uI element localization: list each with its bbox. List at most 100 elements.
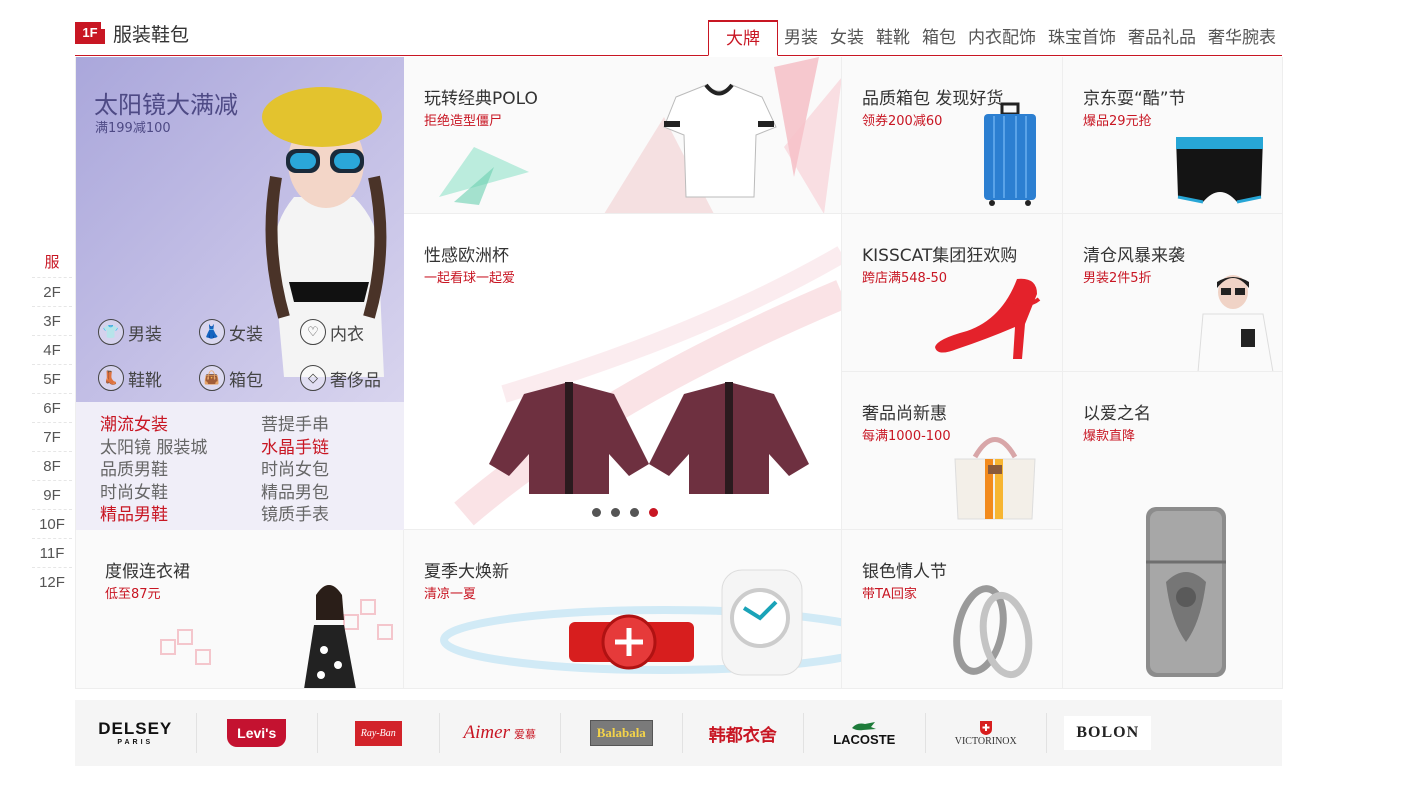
brand-levis[interactable]: Levi's bbox=[197, 713, 318, 753]
category-5[interactable]: ◇ 奢侈品 bbox=[300, 365, 387, 391]
hot-word-link[interactable]: 潮流女装 bbox=[100, 414, 207, 437]
hot-word-link[interactable]: 精品男包 bbox=[261, 482, 329, 505]
tab-label: 女装 bbox=[830, 28, 864, 48]
dress-card[interactable]: 度假连衣裙 低至87元 bbox=[76, 530, 404, 689]
tab-6[interactable]: 珠宝首饰 bbox=[1042, 20, 1122, 56]
brand-levis-label: Levi's bbox=[227, 719, 287, 747]
floor-header: 1F 服装鞋包 大牌 男装 女装 鞋靴 箱包 内衣配饰 珠宝首饰 奢品礼品 奢华腕表 bbox=[75, 14, 1282, 56]
crocodile-icon bbox=[852, 721, 877, 730]
elevator-floor-8[interactable]: 9F bbox=[32, 480, 72, 509]
elevator-floor-0[interactable]: 服 bbox=[32, 248, 72, 277]
brand-victorinox[interactable]: VICTORINOX bbox=[926, 713, 1047, 753]
hot-words: 潮流女装 太阳镜 服装城 品质男鞋 时尚女鞋 精品男鞋 菩提手串 水晶手链 时尚女包 精品男包… bbox=[76, 402, 404, 530]
silver-card[interactable]: 银色情人节 带TA回家 bbox=[842, 530, 1063, 689]
tab-0[interactable]: 大牌 bbox=[708, 20, 778, 56]
luxury-title: 奢品尚新惠 bbox=[862, 404, 947, 424]
category-0[interactable]: 👕 男装 bbox=[98, 319, 185, 345]
tab-label: 奢华腕表 bbox=[1208, 28, 1276, 48]
silver-subtitle: 带TA回家 bbox=[862, 587, 917, 602]
bra-icon: ♡ bbox=[300, 319, 326, 345]
elevator-floor-1[interactable]: 2F bbox=[32, 277, 72, 306]
brand-delsey-label: DELSEY bbox=[98, 719, 173, 738]
brand-balabala[interactable]: Balabala bbox=[561, 713, 683, 753]
category-label: 奢侈品 bbox=[330, 370, 381, 391]
euro-slider[interactable]: 性感欧洲杯 一起看球一起爱 bbox=[404, 214, 842, 530]
cool-card[interactable]: 京东耍“酷”节 爆品29元抢 bbox=[1063, 57, 1283, 214]
slider-dot-1[interactable] bbox=[611, 508, 620, 517]
hot-word-link[interactable]: 太阳镜 服装城 bbox=[100, 437, 207, 460]
tab-8[interactable]: 奢华腕表 bbox=[1202, 20, 1282, 56]
tab-label: 大牌 bbox=[726, 29, 760, 49]
tab-4[interactable]: 箱包 bbox=[916, 20, 962, 56]
elevator-floor-3[interactable]: 4F bbox=[32, 335, 72, 364]
category-3[interactable]: 👢 鞋靴 bbox=[98, 365, 185, 391]
brand-victorinox-label: VICTORINOX bbox=[954, 735, 1017, 747]
hot-word-link[interactable]: 水晶手链 bbox=[261, 437, 329, 460]
slider-dot-0[interactable] bbox=[592, 508, 601, 517]
left-promo-panel: 太阳镜大满减 满199减100 👕 男装 👗 女装 ♡ 内衣 👢 鞋靴 👜 箱包 ◇ 奢侈品 潮流女… bbox=[76, 57, 404, 530]
tab-2[interactable]: 女装 bbox=[824, 20, 870, 56]
love-card[interactable]: 以爱之名 爆款直降 bbox=[1063, 372, 1283, 689]
hot-word-link[interactable]: 精品男鞋 bbox=[100, 504, 207, 527]
floor-body: 太阳镜大满减 满199减100 👕 男装 👗 女装 ♡ 内衣 👢 鞋靴 👜 箱包 ◇ 奢侈品 潮流女… bbox=[75, 57, 1283, 689]
brand-lacoste[interactable]: LACOSTE bbox=[804, 713, 926, 753]
category-1[interactable]: 👗 女装 bbox=[199, 319, 286, 345]
brand-rayban[interactable]: Ray-Ban bbox=[318, 713, 440, 753]
category-label: 内衣 bbox=[330, 324, 364, 345]
promo-title: 太阳镜大满减 bbox=[94, 91, 238, 119]
boot-icon: 👢 bbox=[98, 365, 124, 391]
tab-label: 奢品礼品 bbox=[1128, 28, 1196, 48]
dress-subtitle: 低至87元 bbox=[105, 587, 161, 602]
love-subtitle: 爆款直降 bbox=[1083, 429, 1136, 444]
elevator-floor-6[interactable]: 7F bbox=[32, 422, 72, 451]
elevator-floor-7[interactable]: 8F bbox=[32, 451, 72, 480]
watch-image bbox=[440, 569, 841, 676]
rings-image bbox=[953, 585, 1033, 679]
hot-word-link[interactable]: 镜质手表 bbox=[261, 504, 329, 527]
kisscat-card[interactable]: KISSCAT集团狂欢购 跨店满548-50 bbox=[842, 214, 1063, 372]
love-title: 以爱之名 bbox=[1083, 404, 1151, 424]
tab-7[interactable]: 奢品礼品 bbox=[1122, 20, 1202, 56]
polo-card[interactable]: 玩转经典POLO 拒绝造型僵尸 bbox=[404, 57, 842, 214]
category-label: 鞋靴 bbox=[128, 370, 162, 391]
elevator-floor-11[interactable]: 12F bbox=[32, 567, 72, 596]
brand-delsey[interactable]: DELSEY PARIS bbox=[75, 713, 197, 753]
luxury-card[interactable]: 奢品尚新惠 每满1000-100 bbox=[842, 372, 1063, 530]
brand-handu[interactable]: 韩都衣舍 bbox=[683, 713, 804, 753]
summer-card[interactable]: 夏季大焕新 清凉一夏 bbox=[404, 530, 842, 689]
hot-word-link[interactable]: 菩提手串 bbox=[261, 414, 329, 437]
luggage-card[interactable]: 品质箱包 发现好货 领券200减60 bbox=[842, 57, 1063, 214]
tab-5[interactable]: 内衣配饰 bbox=[962, 20, 1042, 56]
polo-shirt-image bbox=[604, 57, 841, 213]
category-label: 箱包 bbox=[229, 370, 263, 391]
elevator-floor-4[interactable]: 5F bbox=[32, 364, 72, 393]
red-heel-image bbox=[935, 278, 1041, 359]
lighter-image bbox=[1146, 507, 1226, 677]
badge-dot bbox=[101, 22, 108, 29]
underwear-image bbox=[1176, 137, 1263, 204]
polo-subtitle: 拒绝造型僵尸 bbox=[424, 114, 503, 129]
brand-aimer[interactable]: Aimer 爱慕 bbox=[440, 713, 561, 753]
tab-1[interactable]: 男装 bbox=[778, 20, 824, 56]
slider-dot-2[interactable] bbox=[630, 508, 639, 517]
tab-label: 鞋靴 bbox=[876, 28, 910, 48]
handbag-image bbox=[954, 437, 1036, 520]
brand-delsey-sub: PARIS bbox=[117, 739, 154, 746]
category-2[interactable]: ♡ 内衣 bbox=[300, 319, 387, 345]
kimono-image bbox=[454, 246, 841, 526]
category-4[interactable]: 👜 箱包 bbox=[199, 365, 286, 391]
elevator-floor-10[interactable]: 11F bbox=[32, 538, 72, 567]
hot-words-right: 菩提手串 水晶手链 时尚女包 精品男包 镜质手表 bbox=[261, 414, 329, 527]
elevator-floor-2[interactable]: 3F bbox=[32, 306, 72, 335]
slider-dots bbox=[592, 508, 658, 517]
hot-word-link[interactable]: 品质男鞋 bbox=[100, 459, 207, 482]
tab-3[interactable]: 鞋靴 bbox=[870, 20, 916, 56]
triangle-decor-icon bbox=[439, 147, 529, 205]
slider-dot-3[interactable] bbox=[649, 508, 658, 517]
elevator-floor-5[interactable]: 6F bbox=[32, 393, 72, 422]
hot-word-link[interactable]: 时尚女包 bbox=[261, 459, 329, 482]
clearance-card[interactable]: 清仓风暴来袭 男装2件5折 bbox=[1063, 214, 1283, 372]
elevator-floor-9[interactable]: 10F bbox=[32, 509, 72, 538]
brand-bolon[interactable]: BOLON bbox=[1047, 713, 1169, 753]
hot-word-link[interactable]: 时尚女鞋 bbox=[100, 482, 207, 505]
